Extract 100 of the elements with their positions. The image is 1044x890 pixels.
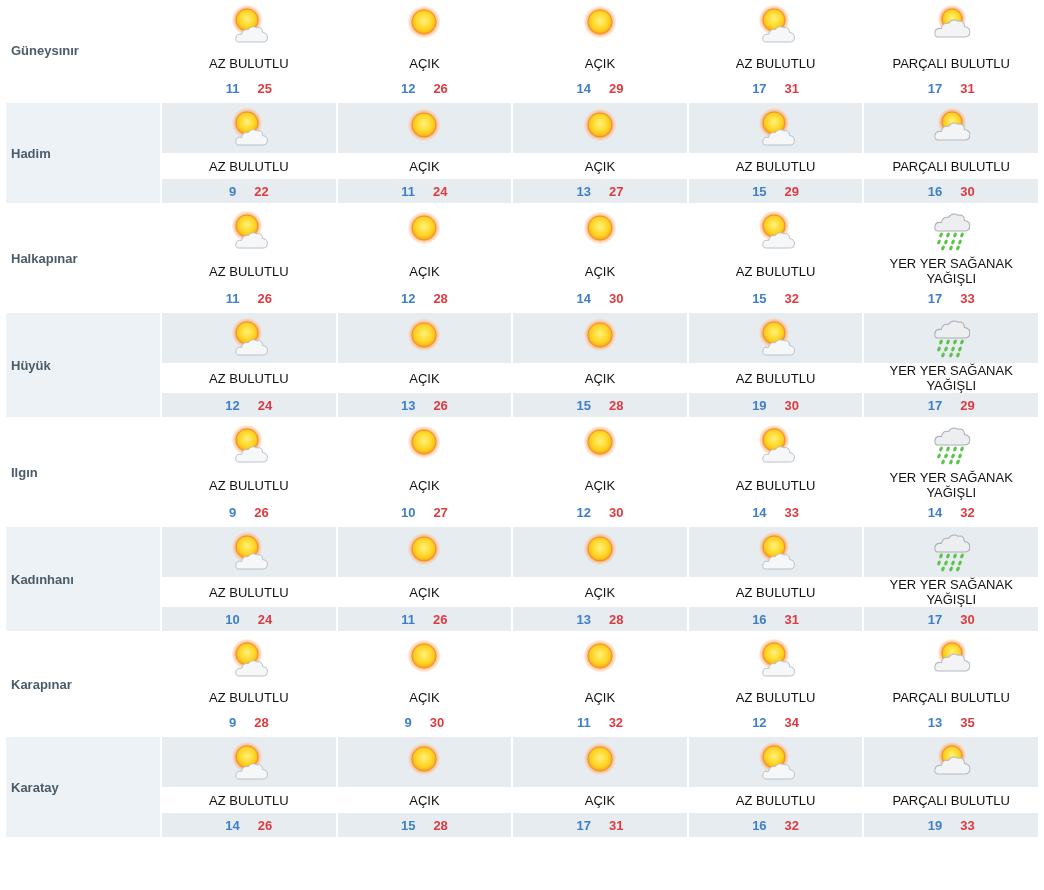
weather-condition: AZ BULUTLU [735,263,816,279]
weather-condition: AZ BULUTLU [209,477,289,493]
weather-condition: PARÇALI BULUTLU [892,55,1010,71]
weather-condition: AZ BULUTLU [735,55,816,71]
high-temperature: 28 [254,714,269,730]
weather-condition: AZ BULUTLU [735,792,816,808]
high-temperature: 29 [784,183,800,199]
high-temperature: 33 [784,504,800,520]
low-temperature: 10 [400,504,416,520]
city-name: Ilgın [11,464,38,480]
high-temperature: 26 [433,611,448,627]
weather-condition: YER YER SAĞANAK YAĞIŞLI [888,470,1014,500]
high-temperature: 26 [257,817,273,833]
low-temperature: 13 [927,714,943,730]
weather-condition: AZ BULUTLU [209,584,289,600]
high-temperature: 27 [609,183,624,199]
weather-condition: AÇIK [584,370,616,386]
high-temperature: 30 [960,183,975,199]
low-temperature: 17 [927,611,943,627]
weather-condition: AZ BULUTLU [209,158,289,174]
weather-condition: AÇIK [584,477,616,493]
low-temperature: 15 [752,290,767,306]
low-temperature: 12 [400,290,416,306]
weather-condition: AÇIK [584,689,616,705]
weather-condition: AÇIK [409,584,440,600]
high-temperature: 26 [254,504,269,520]
high-temperature: 26 [257,290,272,306]
weather-condition: AÇIK [409,263,440,279]
weather-condition: AÇIK [584,158,616,174]
weather-condition: AÇIK [584,55,616,71]
low-temperature: 9 [228,183,237,199]
high-temperature: 30 [609,290,624,306]
high-temperature: 24 [433,183,448,199]
low-temperature: 11 [401,611,416,627]
low-temperature: 14 [225,817,240,833]
city-name: Hüyük [11,357,51,373]
high-temperature: 28 [433,817,448,833]
weather-condition: AZ BULUTLU [209,792,289,808]
city-name: Karapınar [11,676,72,692]
low-temperature: 11 [225,290,240,306]
low-temperature: 12 [225,397,240,413]
weather-condition: AÇIK [584,263,616,279]
city-name: Karatay [11,779,59,795]
low-temperature: 9 [228,504,237,520]
high-temperature: 35 [960,714,975,730]
low-temperature: 12 [576,504,591,520]
high-temperature: 30 [609,504,624,520]
low-temperature: 17 [576,817,591,833]
low-temperature: 11 [225,80,240,96]
low-temperature: 19 [752,397,767,413]
high-temperature: 31 [784,611,800,627]
weather-condition: YER YER SAĞANAK YAĞIŞLI [888,363,1014,393]
high-temperature: 28 [609,397,624,413]
high-temperature: 24 [257,397,273,413]
high-temperature: 31 [609,817,624,833]
high-temperature: 27 [433,504,448,520]
weather-condition: YER YER SAĞANAK YAĞIŞLI [888,256,1014,286]
weather-condition: AÇIK [409,689,440,705]
high-temperature: 25 [257,80,272,96]
city-name: Kadınhanı [11,571,74,587]
low-temperature: 14 [576,80,591,96]
weather-condition: AZ BULUTLU [209,689,289,705]
low-temperature: 16 [752,817,767,833]
low-temperature: 15 [400,817,416,833]
low-temperature: 15 [576,397,591,413]
low-temperature: 14 [927,504,943,520]
low-temperature: 14 [576,290,591,306]
weather-condition: AÇIK [584,584,616,600]
weather-condition: AÇIK [409,158,440,174]
low-temperature: 14 [752,504,767,520]
low-temperature: 11 [576,714,591,730]
weather-condition: AÇIK [409,55,440,71]
weather-condition: PARÇALI BULUTLU [892,689,1010,705]
city-name: Hadim [11,145,51,161]
high-temperature: 29 [609,80,624,96]
high-temperature: 32 [960,504,975,520]
city-name: Halkapınar [11,250,78,266]
low-temperature: 13 [400,397,416,413]
weather-condition: AZ BULUTLU [735,689,816,705]
high-temperature: 26 [433,80,448,96]
low-temperature: 13 [576,611,591,627]
low-temperature: 16 [752,611,767,627]
weather-condition: AZ BULUTLU [209,263,289,279]
high-temperature: 33 [960,290,975,306]
high-temperature: 24 [257,611,273,627]
low-temperature: 15 [752,183,767,199]
high-temperature: 30 [960,611,975,627]
high-temperature: 28 [609,611,624,627]
low-temperature: 9 [228,714,237,730]
low-temperature: 10 [225,611,240,627]
high-temperature: 32 [784,290,800,306]
low-temperature: 17 [927,290,943,306]
high-temperature: 33 [960,817,975,833]
high-temperature: 31 [784,80,800,96]
weather-condition: AZ BULUTLU [735,370,816,386]
low-temperature: 17 [752,80,767,96]
weather-condition: YER YER SAĞANAK YAĞIŞLI [888,577,1014,607]
low-temperature: 16 [927,183,943,199]
high-temperature: 32 [608,714,624,730]
weather-condition: PARÇALI BULUTLU [892,792,1010,808]
